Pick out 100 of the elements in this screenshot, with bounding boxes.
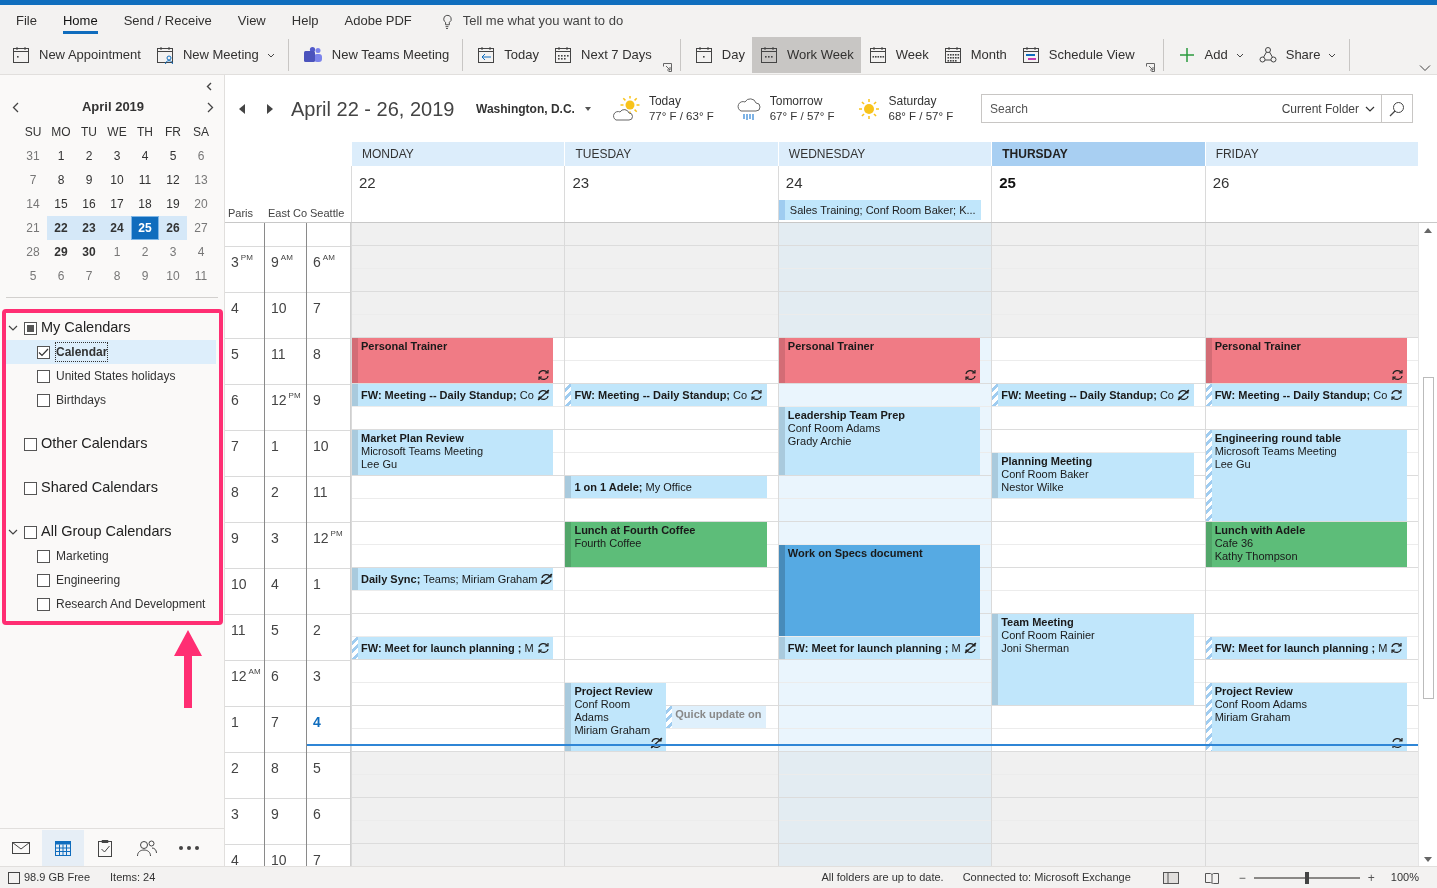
zoom-out-button[interactable]: − xyxy=(1236,871,1248,884)
calendar-day[interactable]: 10 xyxy=(159,264,187,288)
calendar-day[interactable]: 2 xyxy=(131,240,159,264)
folder-group-label[interactable]: All Group Calendars xyxy=(41,521,172,543)
search-box[interactable]: Search Current Folder xyxy=(981,94,1413,123)
calendar-event[interactable]: FW: Meet for launch planning ; M xyxy=(778,637,981,659)
checkbox[interactable] xyxy=(37,549,50,563)
checkbox[interactable] xyxy=(24,481,37,495)
calendar-list-item[interactable]: Engineering xyxy=(6,568,216,592)
calendar-day[interactable]: 31 xyxy=(19,144,47,168)
ribbon-button[interactable]: Add xyxy=(1169,37,1251,73)
calendar-event[interactable]: FW: Meeting -- Daily Standup; Co xyxy=(352,384,554,406)
calendar-day[interactable]: 5 xyxy=(159,144,187,168)
checkbox[interactable] xyxy=(37,597,50,611)
ribbon-tab[interactable]: File xyxy=(16,7,37,34)
folder-group-label[interactable]: Other Calendars xyxy=(41,433,148,455)
ribbon-tab[interactable]: Adobe PDF xyxy=(344,7,412,34)
calendar-event[interactable]: FW: Meeting -- Daily Standup; Co xyxy=(565,384,767,406)
calendar-day[interactable]: 13 xyxy=(187,168,215,192)
calendar-day[interactable]: 27 xyxy=(187,216,215,240)
calendar-event[interactable]: Market Plan Review Microsoft Teams Meeting Lee Gu xyxy=(352,430,554,475)
calendar-event[interactable]: Personal Trainer xyxy=(1205,338,1408,383)
calendar-list-item[interactable]: Calendar xyxy=(6,340,216,364)
launcher-icon[interactable] xyxy=(1145,63,1155,72)
calendar-day[interactable]: 11 xyxy=(131,168,159,192)
zoom-in-button[interactable]: + xyxy=(1365,871,1377,884)
calendar-day[interactable]: 21 xyxy=(19,216,47,240)
calendar-day[interactable]: 1 xyxy=(103,240,131,264)
ribbon-button[interactable]: Schedule View xyxy=(1013,37,1142,73)
calendar-day[interactable]: 8 xyxy=(47,168,75,192)
calendar-day[interactable]: 20 xyxy=(187,192,215,216)
checkbox[interactable] xyxy=(37,369,50,383)
calendar-day[interactable]: 6 xyxy=(47,264,75,288)
calendar-event[interactable]: FW: Meet for launch planning ; M xyxy=(352,637,554,659)
calendar-event[interactable]: FW: Meeting -- Daily Standup; Co xyxy=(1205,384,1408,406)
calendar-event[interactable]: Planning Meeting Conf Room Baker Nestor Wilke xyxy=(992,453,1194,498)
ribbon-button[interactable]: Month xyxy=(935,37,1014,73)
checkbox[interactable] xyxy=(24,321,37,335)
folder-group-label[interactable]: Shared Calendars xyxy=(41,477,158,499)
calendar-day[interactable]: 2 xyxy=(75,144,103,168)
ribbon-tab[interactable]: Send / Receive xyxy=(123,7,212,34)
reading-view-icon[interactable] xyxy=(1202,871,1221,884)
tell-me-search[interactable]: Tell me what you want to do xyxy=(434,7,628,34)
calendar-day[interactable]: 10 xyxy=(103,168,131,192)
calendar-day[interactable]: 9 xyxy=(75,168,103,192)
ribbon-tab[interactable]: Home xyxy=(62,7,98,34)
calendar-day[interactable]: 26 xyxy=(159,216,187,240)
launcher-icon[interactable] xyxy=(662,63,672,72)
folder-group-label[interactable]: My Calendars xyxy=(41,317,131,339)
calendar-day[interactable]: 7 xyxy=(75,264,103,288)
scroll-thumb[interactable] xyxy=(1422,377,1434,699)
all-day-event[interactable]: Sales Training; Conf Room Baker; K... xyxy=(778,199,982,220)
ribbon-button[interactable]: Next 7 Days xyxy=(546,37,659,73)
ribbon-button[interactable]: New Meeting xyxy=(147,37,282,73)
ribbon-button[interactable]: Week xyxy=(860,37,936,73)
calendar-event[interactable]: 1 on 1 Adele; My Office xyxy=(565,476,767,498)
calendar-event[interactable]: Lunch at Fourth Coffee Fourth Coffee xyxy=(565,522,767,567)
calendar-event[interactable]: Project Review Conf Room Adams Miriam Graham xyxy=(1205,683,1408,751)
calendar-event[interactable]: Daily Sync; Teams; Miriam Graham xyxy=(352,568,554,590)
calendar-list-item[interactable]: Research And Development xyxy=(6,592,216,616)
checkbox[interactable] xyxy=(24,437,37,451)
calendar-day[interactable]: 22 xyxy=(47,216,75,240)
ribbon-tab[interactable]: View xyxy=(237,7,266,34)
calendar-day[interactable]: 1 xyxy=(47,144,75,168)
checkbox[interactable] xyxy=(37,573,50,587)
calendar-day[interactable]: 3 xyxy=(103,144,131,168)
calendar-event[interactable]: Team Meeting Conf Room Rainier Joni Sherman xyxy=(992,614,1194,705)
ribbon-button[interactable]: Work Week xyxy=(751,37,861,73)
calendar-day[interactable]: 18 xyxy=(131,192,159,216)
normal-view-icon[interactable] xyxy=(1160,871,1181,884)
ribbon-button[interactable]: Share xyxy=(1250,37,1344,73)
ribbon-tab[interactable]: Help xyxy=(291,7,319,34)
calendar-day[interactable]: 25 xyxy=(131,216,159,240)
calendar-day[interactable]: 15 xyxy=(47,192,75,216)
checkbox[interactable] xyxy=(37,345,50,359)
calendar-day[interactable]: 8 xyxy=(103,264,131,288)
checkbox[interactable] xyxy=(37,393,50,407)
ribbon-button[interactable]: Today xyxy=(469,37,547,73)
ribbon-button[interactable]: Day xyxy=(686,37,752,73)
calendar-day[interactable]: 19 xyxy=(159,192,187,216)
calendar-day[interactable]: 9 xyxy=(131,264,159,288)
search-scope-dropdown[interactable]: Current Folder xyxy=(1275,99,1381,118)
calendar-day[interactable]: 7 xyxy=(19,168,47,192)
calendar-day[interactable]: 28 xyxy=(19,240,47,264)
calendar-day[interactable]: 29 xyxy=(47,240,75,264)
calendar-event[interactable]: Leadership Team Prep Conf Room Adams Grady Archie xyxy=(778,407,981,475)
calendar-event[interactable]: Personal Trainer xyxy=(352,338,554,383)
calendar-list-item[interactable]: Marketing xyxy=(6,544,216,568)
ribbon-button[interactable]: New Teams Meeting xyxy=(294,37,457,73)
calendar-day[interactable]: 24 xyxy=(103,216,131,240)
calendar-event[interactable]: FW: Meet for launch planning ; M xyxy=(1205,637,1408,659)
calendar-day[interactable]: 6 xyxy=(187,144,215,168)
calendar-day[interactable]: 3 xyxy=(159,240,187,264)
calendar-day[interactable]: 30 xyxy=(75,240,103,264)
calendar-event[interactable]: Engineering round table Microsoft Teams Meeting Lee Gu xyxy=(1205,430,1408,521)
calendar-day[interactable]: 14 xyxy=(19,192,47,216)
calendar-day[interactable]: 4 xyxy=(187,240,215,264)
calendar-event[interactable]: Work on Specs document xyxy=(778,545,981,636)
calendar-list-item[interactable]: United States holidays xyxy=(6,364,216,388)
calendar-event[interactable]: FW: Meeting -- Daily Standup; Co xyxy=(992,384,1194,406)
